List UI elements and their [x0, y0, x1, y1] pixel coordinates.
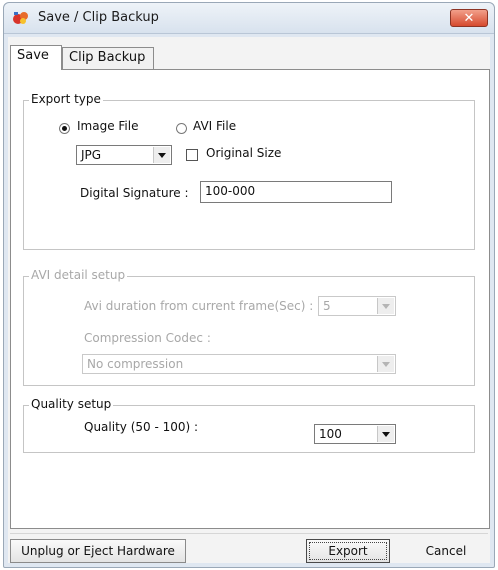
avi-file-label[interactable]: AVI File: [193, 119, 236, 133]
save-tab-panel: Export type Image File AVI File JPG Orig…: [10, 69, 490, 529]
unplug-eject-button[interactable]: Unplug or Eject Hardware: [10, 539, 186, 563]
avi-duration-value: 5: [323, 299, 331, 313]
quality-value: 100: [319, 427, 342, 441]
chevron-down-icon[interactable]: [377, 298, 394, 314]
image-file-radio[interactable]: [59, 123, 70, 134]
export-type-label: Export type: [29, 92, 103, 106]
digital-signature-input[interactable]: 100-000: [200, 181, 392, 203]
avi-setup-group: AVI detail setup Avi duration from curre…: [23, 268, 475, 386]
compression-codec-label: Compression Codec :: [84, 331, 211, 345]
title-bar[interactable]: Save / Clip Backup ✕: [4, 3, 494, 34]
quality-setup-label: Quality setup: [29, 397, 114, 411]
image-format-value: JPG: [81, 148, 102, 162]
compression-codec-select[interactable]: No compression: [82, 354, 396, 374]
export-type-group: Export type Image File AVI File JPG Orig…: [23, 92, 475, 250]
digital-signature-label: Digital Signature :: [80, 186, 189, 200]
original-size-checkbox[interactable]: [186, 149, 198, 161]
compression-codec-value: No compression: [87, 357, 184, 371]
dialog-window: Save / Clip Backup ✕ Save Clip Backup Ex…: [3, 2, 495, 568]
close-button[interactable]: ✕: [450, 9, 488, 27]
tab-save[interactable]: Save: [10, 45, 62, 70]
image-file-label[interactable]: Image File: [77, 119, 138, 133]
original-size-label[interactable]: Original Size: [206, 146, 281, 160]
avi-duration-select[interactable]: 5: [318, 296, 396, 316]
tab-clip-backup[interactable]: Clip Backup: [62, 47, 154, 69]
chevron-down-icon[interactable]: [377, 426, 394, 442]
avi-duration-label: Avi duration from current frame(Sec) :: [84, 299, 314, 313]
image-format-select[interactable]: JPG: [76, 145, 172, 165]
app-icon: [13, 12, 28, 24]
quality-select[interactable]: 100: [314, 424, 396, 444]
cancel-button[interactable]: Cancel: [404, 539, 488, 563]
client-area: Save Clip Backup Export type Image File …: [8, 37, 490, 563]
window-title: Save / Clip Backup: [38, 10, 159, 25]
avi-file-radio[interactable]: [176, 123, 187, 134]
export-button[interactable]: Export: [306, 539, 390, 563]
chevron-down-icon[interactable]: [377, 356, 394, 372]
avi-setup-label: AVI detail setup: [29, 268, 128, 282]
quality-setup-group: Quality setup Quality (50 - 100) : 100: [23, 397, 475, 453]
footer-divider: [10, 533, 488, 534]
quality-label: Quality (50 - 100) :: [84, 420, 199, 434]
chevron-down-icon[interactable]: [153, 147, 170, 163]
